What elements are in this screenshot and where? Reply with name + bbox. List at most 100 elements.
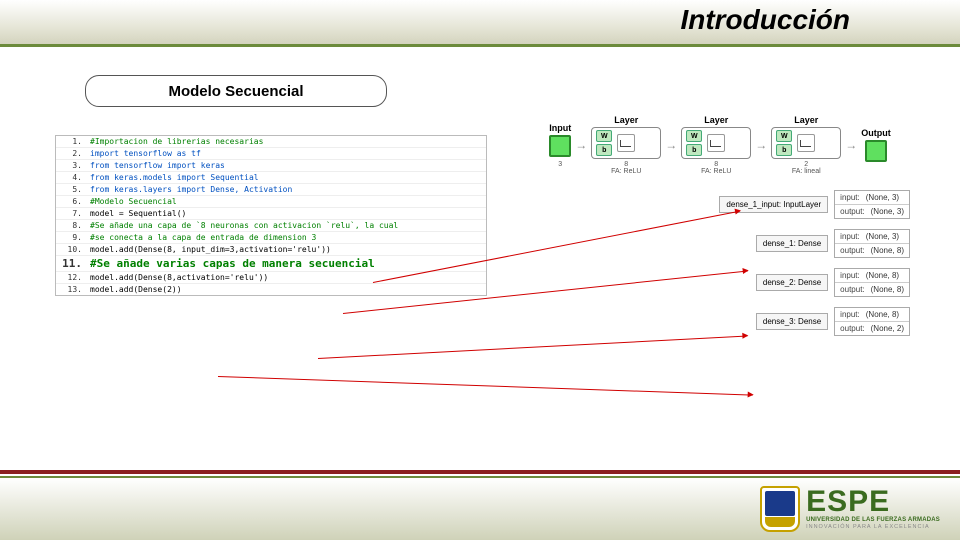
- slide-root: Introducción Modelo Secuencial 1.#Import…: [0, 0, 960, 540]
- input-label: Input: [549, 123, 571, 133]
- line-number: 8.: [56, 220, 86, 231]
- weight-icon: W: [686, 130, 702, 142]
- layer-info-shape: input: (None, 3)output: (None, 8): [834, 229, 910, 258]
- shield-icon: [760, 486, 800, 532]
- logo-line1: UNIVERSIDAD DE LAS FUERZAS ARMADAS: [806, 517, 940, 523]
- layer-info-name: dense_2: Dense: [756, 274, 828, 291]
- line-number: 7.: [56, 208, 86, 219]
- code-text: model.add(Dense(8,activation='relu')): [86, 272, 272, 283]
- layer-info-name: dense_1: Dense: [756, 235, 828, 252]
- shape-value: (None, 8): [866, 271, 899, 280]
- code-text: from tensorflow import keras: [86, 160, 229, 171]
- code-line: 13.model.add(Dense(2)): [56, 284, 486, 295]
- shape-key: input:: [840, 271, 860, 280]
- shape-value: (None, 2): [871, 324, 904, 333]
- logo-brand: ESPE: [806, 487, 890, 517]
- arrow-icon: →: [753, 138, 769, 152]
- layer-title: Layer: [704, 115, 728, 125]
- arrow-icon: →: [573, 138, 589, 152]
- code-line: 5.from keras.layers import Dense, Activa…: [56, 184, 486, 196]
- line-number: 4.: [56, 172, 86, 183]
- layer-sublabel: 2 FA: lineal: [792, 161, 821, 175]
- logo-line2: INNOVACIÓN PARA LA EXCELENCIA: [806, 525, 940, 531]
- code-text: import tensorflow as tf: [86, 148, 205, 159]
- code-text: model.add(Dense(2)): [86, 284, 186, 295]
- line-number: 1.: [56, 136, 86, 147]
- shape-key: output:: [840, 324, 864, 333]
- code-line: 7.model = Sequential(): [56, 208, 486, 220]
- code-line: 2.import tensorflow as tf: [56, 148, 486, 160]
- code-line: 12.model.add(Dense(8,activation='relu')): [56, 272, 486, 284]
- layer-col: LayerWb8 FA: ReLU: [591, 115, 661, 175]
- layer-info: dense_2: Denseinput:(None, 8)output:(Non…: [756, 268, 910, 297]
- code-line: 3.from tensorflow import keras: [56, 160, 486, 172]
- line-number: 2.: [56, 148, 86, 159]
- line-number: 13.: [56, 284, 86, 295]
- espe-logo: ESPE UNIVERSIDAD DE LAS FUERZAS ARMADAS …: [760, 486, 940, 532]
- shape-key: output:: [840, 207, 864, 216]
- output-node-icon: [865, 140, 887, 162]
- code-text: #Importacion de librerias necesarias: [86, 136, 267, 147]
- layer-info-shape: input:(None, 3)output:(None, 3): [834, 190, 910, 219]
- arrow-annotation: [318, 335, 747, 359]
- layer-sublabel: 8 FA: ReLU: [611, 161, 641, 175]
- layer-box: Wb: [591, 127, 661, 159]
- layer-info-shape: input:(None, 8)output:(None, 2): [834, 307, 910, 336]
- code-text: #Modelo Secuencial: [86, 196, 181, 207]
- code-text: from keras.layers import Dense, Activati…: [86, 184, 296, 195]
- input-dim: 3: [558, 161, 562, 168]
- logo-text: ESPE UNIVERSIDAD DE LAS FUERZAS ARMADAS …: [806, 487, 940, 531]
- line-number: 5.: [56, 184, 86, 195]
- activation-icon: [617, 134, 635, 152]
- output-col: Output: [861, 128, 891, 162]
- layer-title: Layer: [794, 115, 818, 125]
- bias-icon: b: [776, 144, 792, 156]
- code-text: model = Sequential(): [86, 208, 190, 219]
- shape-value: (None, 8): [871, 246, 904, 255]
- line-number: 3.: [56, 160, 86, 171]
- code-text: #Se añade una capa de `8 neuronas con ac…: [86, 220, 402, 231]
- layer-sublabel: 8 FA: ReLU: [701, 161, 731, 175]
- arrow-icon: →: [843, 138, 859, 152]
- layer-col: LayerWb2 FA: lineal: [771, 115, 841, 175]
- input-col: Input 3: [549, 123, 571, 168]
- weight-icon: W: [776, 130, 792, 142]
- layer-title: Layer: [614, 115, 638, 125]
- code-text: from keras.models import Sequential: [86, 172, 263, 183]
- shape-key: output:: [840, 246, 864, 255]
- line-number: 12.: [56, 272, 86, 283]
- layer-box: Wb: [681, 127, 751, 159]
- code-line: 9.#se conecta a la capa de entrada de di…: [56, 232, 486, 244]
- shape-key: input:: [840, 193, 860, 202]
- shape-value: (None, 3): [871, 207, 904, 216]
- activation-icon: [797, 134, 815, 152]
- layer-info-shape: input:(None, 8)output:(None, 8): [834, 268, 910, 297]
- layer-info: dense_1_input: InputLayerinput:(None, 3)…: [719, 190, 910, 219]
- layer-info: dense_3: Denseinput:(None, 8)output:(Non…: [756, 307, 910, 336]
- code-text: model.add(Dense(8, input_dim=3,activatio…: [86, 244, 335, 255]
- page-title: Introducción: [680, 4, 850, 36]
- layer-info-list: dense_1_input: InputLayerinput:(None, 3)…: [500, 190, 940, 336]
- diagram-top-row: Input 3 → LayerWb8 FA: ReLU→LayerWb8 FA:…: [500, 110, 940, 180]
- layer-box: Wb: [771, 127, 841, 159]
- shape-key: input:: [840, 310, 860, 319]
- code-line: 1.#Importacion de librerias necesarias: [56, 136, 486, 148]
- layer-info: dense_1: Dense input: (None, 3)output: (Non…: [756, 229, 910, 258]
- code-line: 8.#Se añade una capa de `8 neuronas con …: [56, 220, 486, 232]
- nn-diagram: Input 3 → LayerWb8 FA: ReLU→LayerWb8 FA:…: [500, 110, 940, 336]
- line-number: 10.: [56, 244, 86, 255]
- arrow-icon: →: [663, 138, 679, 152]
- code-text: #se conecta a la capa de entrada de dime…: [86, 232, 320, 243]
- code-line: 6.#Modelo Secuencial: [56, 196, 486, 208]
- line-number: 6.: [56, 196, 86, 207]
- bias-icon: b: [596, 144, 612, 156]
- weight-icon: W: [596, 130, 612, 142]
- output-label: Output: [861, 128, 891, 138]
- line-number: 9.: [56, 232, 86, 243]
- shape-key: input:: [840, 232, 860, 241]
- code-line: 4.from keras.models import Sequential: [56, 172, 486, 184]
- line-number: 11.: [56, 256, 86, 271]
- layer-info-name: dense_3: Dense: [756, 313, 828, 330]
- code-text: #Se añade varias capas de manera secuenc…: [86, 256, 379, 271]
- shape-value: (None, 3): [866, 232, 899, 241]
